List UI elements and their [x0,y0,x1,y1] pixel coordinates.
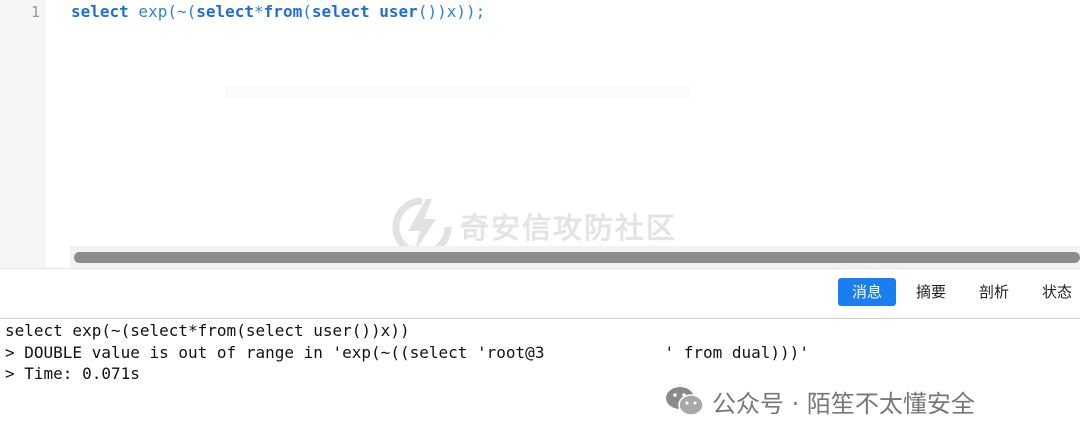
wechat-watermark: 公众号 · 陌笙不太懂安全 [664,378,975,424]
code-token: ( [302,2,312,21]
line-gutter: 1 [0,0,46,268]
error-prefix: > DOUBLE value is out of range in 'exp(~… [5,342,535,362]
error-suffix: ' from dual)))' [664,342,809,362]
result-tabs: 消息 摘要 剖析 状态 [0,277,1080,309]
output-error-line: > DOUBLE value is out of range in 'exp(~… [5,341,809,362]
message-output: select exp(~(select*from(select user())x… [5,320,809,385]
sql-editor[interactable]: 1 select exp(~(select*from(select user()… [0,0,1080,268]
line-number: 1 [30,3,40,21]
output-time-line: > Time: 0.071s [5,364,140,383]
code-keyword: from [263,2,303,21]
code-token: * [254,2,264,21]
horizontal-scrollbar-thumb[interactable] [74,252,1080,263]
wechat-icon [666,387,704,416]
faint-overlay-text [225,86,690,98]
tab-status[interactable]: 状态 [1028,278,1080,306]
redacted-fragment: 3 [534,342,545,362]
code-line[interactable]: select exp(~(select*from(select user())x… [71,2,485,22]
tab-profile[interactable]: 剖析 [965,278,1023,306]
redacted-area [544,341,665,361]
wechat-label: 公众号 · 陌笙不太懂安全 [712,389,975,418]
code-keyword: select [196,2,255,21]
code-keyword: select [71,2,129,21]
watermark-text: 奇安信攻防社区 [460,211,678,245]
tab-summary[interactable]: 摘要 [902,278,960,306]
tab-messages[interactable]: 消息 [838,278,896,306]
code-token: exp(~( [128,2,197,21]
output-top-border [0,318,1080,319]
panel-divider[interactable] [0,268,1080,269]
code-token: ())x)); [417,2,486,21]
code-keyword: select [311,2,370,21]
code-keyword: user [379,2,418,21]
output-query-line: select exp(~(select*from(select user())x… [5,321,410,340]
